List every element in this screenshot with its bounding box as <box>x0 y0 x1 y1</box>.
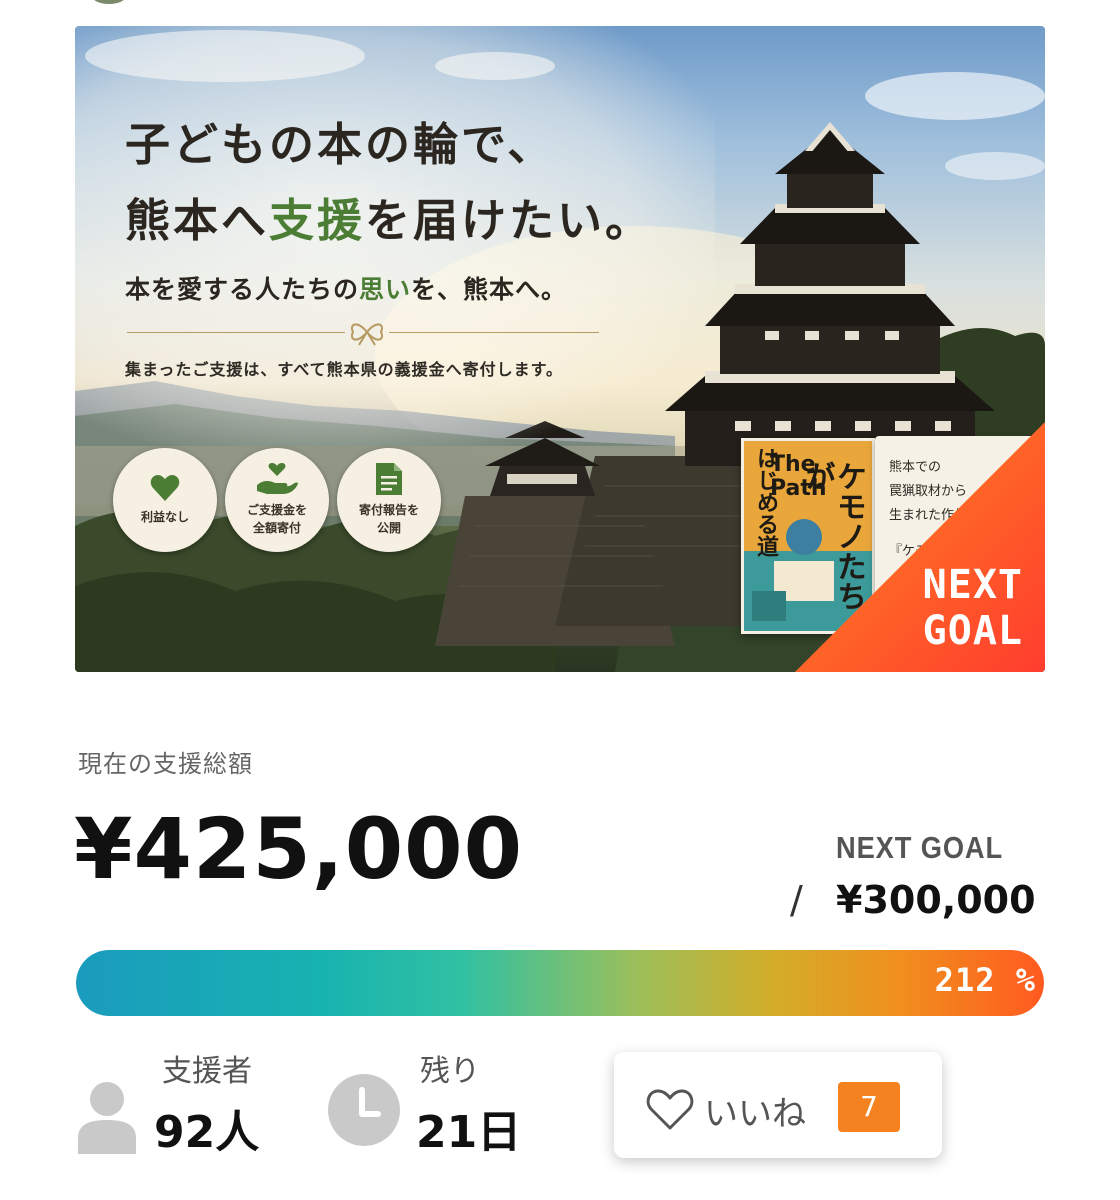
badge-label: ご支援金を 全額寄付 <box>246 503 307 535</box>
goal-separator: / <box>790 878 803 922</box>
supporters-count: 92人 <box>154 1107 260 1158</box>
clock-icon <box>328 1074 400 1146</box>
book-subtitle: はじめる道 <box>753 447 779 557</box>
progress-bar-fill <box>76 950 1044 1016</box>
total-amount-label: 現在の支援総額 <box>78 750 253 778</box>
hand-heart-icon <box>257 463 298 494</box>
ribbon-icon <box>351 323 383 346</box>
total-amount-value: ¥425,000 <box>74 800 524 898</box>
divider-line <box>127 332 345 333</box>
badge-full-donation: ご支援金を 全額寄付 <box>225 448 329 552</box>
heart-outline-icon <box>646 1089 694 1130</box>
badge-label: 利益なし <box>140 510 189 524</box>
heart-icon <box>150 475 180 501</box>
next-goal-label: NEXT GOAL <box>836 830 1004 865</box>
project-hero-image: 子どもの本の輪で、 熊本へ支援を届けたい。 本を愛する人たちの思いを、熊本へ。 … <box>75 26 1045 672</box>
funding-progress-bar: 212 % <box>76 950 1044 1016</box>
like-count-badge: 7 <box>838 1082 900 1132</box>
supporters-label: 支援者 <box>162 1054 252 1089</box>
like-button[interactable]: いいね 7 <box>614 1052 942 1158</box>
progress-percent-text: 212 % <box>934 961 1036 999</box>
document-icon <box>376 463 402 495</box>
badge-donation-report: 寄付報告を 公開 <box>337 448 441 552</box>
next-goal-corner-label: NEXT GOAL <box>922 562 1023 654</box>
hero-headline-line2: 熊本へ支援を届けたい。 <box>125 194 654 247</box>
hero-subheading: 本を愛する人たちの思いを、熊本へ。 <box>125 275 568 304</box>
donation-note: 集まったご支援は、すべて熊本県の義援金へ寄付します。 <box>125 360 564 379</box>
avatar <box>92 0 126 4</box>
hero-headline-line1: 子どもの本の輪で、 <box>125 118 556 171</box>
divider-line <box>389 332 599 333</box>
next-goal-amount: ¥300,000 <box>836 878 1036 922</box>
like-label: いいね <box>704 1094 806 1134</box>
badge-no-profit: 利益なし <box>113 448 217 552</box>
days-remaining-label: 残り <box>420 1054 480 1089</box>
days-remaining-count: 21日 <box>416 1107 522 1158</box>
badge-label: 寄付報告を 公開 <box>358 503 419 535</box>
person-icon <box>78 1082 136 1154</box>
